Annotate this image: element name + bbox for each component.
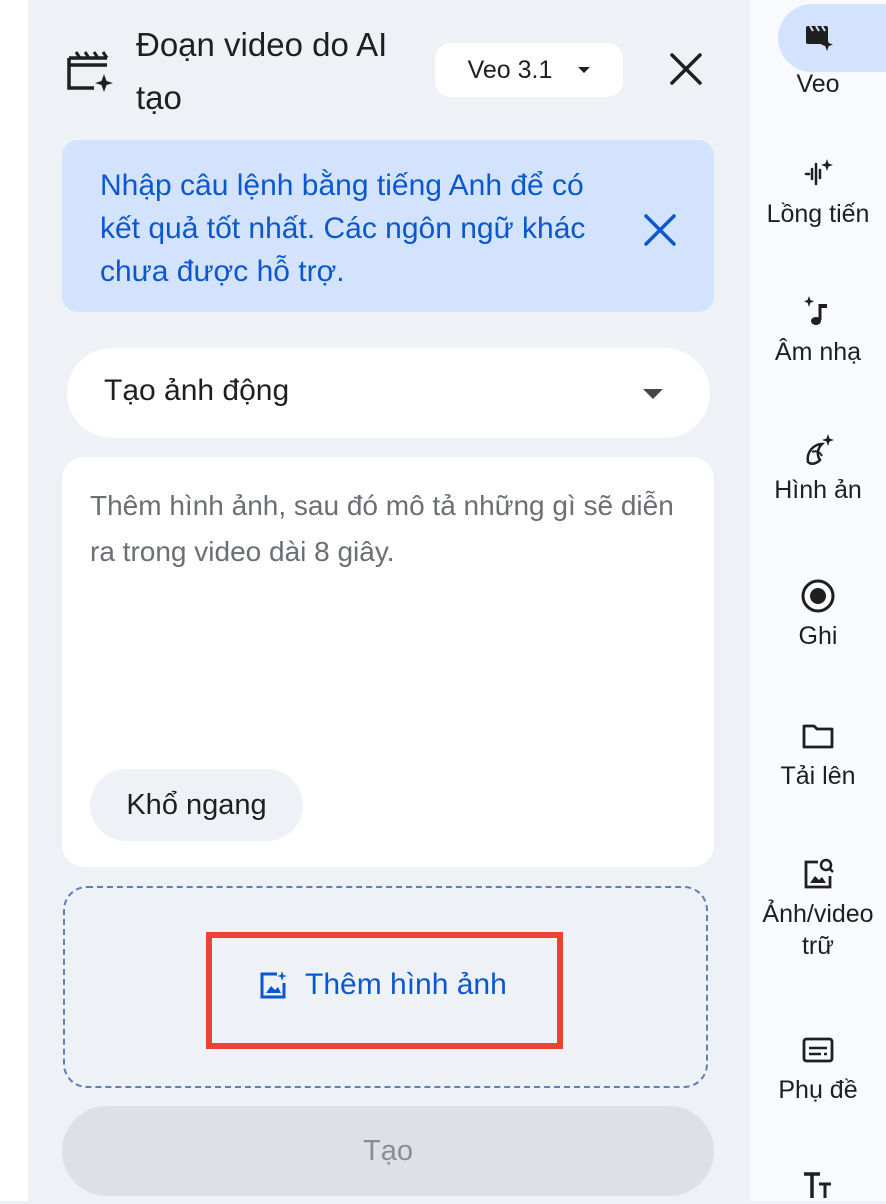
generation-mode-select[interactable]: Tạo ảnh động (67, 348, 710, 438)
mode-select-value: Tạo ảnh động (104, 374, 290, 407)
chevron-down-icon (643, 389, 663, 399)
rail-item-image[interactable]: Hình ản (750, 432, 886, 506)
prompt-placeholder: Thêm hình ảnh, sau đó mô tả những gì sẽ … (90, 490, 674, 567)
rail-item-label: Ảnh/video (762, 900, 874, 928)
model-select[interactable]: Veo 3.1 (435, 43, 623, 97)
image-search-icon (804, 858, 834, 889)
voice-sparkle-icon (804, 159, 833, 186)
text-style-icon (804, 1172, 831, 1198)
rail-item-label: Veo (796, 70, 840, 98)
clapperboard-sparkle-icon (806, 25, 833, 51)
prompt-textarea[interactable]: Thêm hình ảnh, sau đó mô tả những gì sẽ … (62, 457, 714, 867)
rail-item-label: Âm nhạ (774, 338, 862, 366)
rail-item-label: Tải lên (780, 762, 856, 790)
rail-item-label: Ghi (798, 622, 838, 650)
rail-item-label: Lồng tiến (766, 200, 870, 228)
page-left-strip (0, 0, 28, 1201)
banner-close-button[interactable] (640, 210, 680, 250)
rail-item-voiceover[interactable]: Lồng tiến (750, 156, 886, 230)
panel-title: Đoạn video do AI tạo (136, 26, 388, 116)
rail-item-media-library[interactable]: Ảnh/video trữ (750, 856, 886, 962)
create-button[interactable]: Tạo (62, 1106, 714, 1196)
folder-icon (802, 724, 834, 749)
subtitles-icon (802, 1037, 834, 1063)
tool-rail: Veo Lồng tiến Âm nhạ Hình ản Ghi Tải lên… (750, 0, 886, 1201)
rail-item-label: Hình ản (774, 476, 862, 504)
language-info-banner: Nhập câu lệnh bằng tiếng Anh để có kết q… (62, 140, 714, 312)
model-select-value: Veo 3.1 (467, 55, 553, 84)
clapperboard-sparkle-icon (67, 51, 113, 92)
highlight-annotation-box (206, 932, 563, 1049)
rail-item-text[interactable] (750, 1168, 886, 1204)
rail-item-music[interactable]: Âm nhạ (750, 294, 886, 368)
music-note-sparkle-icon (804, 296, 827, 325)
record-icon (801, 579, 835, 613)
banner-text: Nhập câu lệnh bằng tiếng Anh để có kết q… (100, 169, 586, 288)
rail-item-record[interactable]: Ghi (750, 578, 886, 652)
rail-item-veo[interactable]: Veo (750, 18, 886, 100)
rail-item-label: Phụ đề (778, 1076, 858, 1104)
rail-item-label-line2: trữ (801, 932, 834, 960)
rail-item-subtitles[interactable]: Phụ đề (750, 1032, 886, 1106)
rail-item-upload[interactable]: Tải lên (750, 718, 886, 792)
close-panel-button[interactable] (662, 45, 710, 93)
chevron-down-icon (578, 67, 591, 73)
aspect-ratio-chip[interactable]: Khổ ngang (90, 769, 303, 841)
banana-sparkle-icon (806, 434, 834, 465)
